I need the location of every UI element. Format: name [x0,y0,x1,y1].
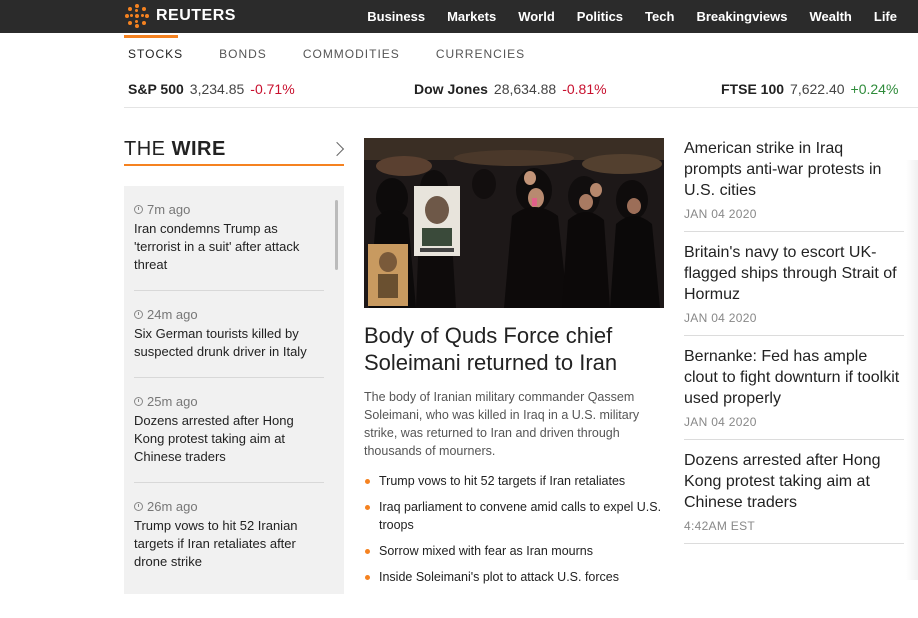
wire-item[interactable]: 25m ago Dozens arrested after Hong Kong … [134,394,324,466]
wire-item-time: 24m ago [134,307,324,322]
mourners-photo-icon [364,138,664,308]
reuters-logo[interactable]: REUTERS [124,4,236,28]
wire-item-text: Iran condemns Trump as 'terrorist in a s… [134,221,300,272]
wire-header[interactable]: THE WIRE [124,138,345,166]
tab-bonds[interactable]: BONDS [201,35,285,73]
side-story-date: JAN 04 2020 [684,207,757,221]
page-edge-shadow [906,160,918,580]
side-story-title[interactable]: American strike in Iraq prompts anti-war… [684,138,904,201]
quote-value: 28,634.88 [493,81,557,97]
quote-name: Dow Jones [414,81,488,97]
wire-time-text: 24m ago [147,307,198,322]
wire-title: THE WIRE [124,138,226,160]
wire-title-bold: WIRE [171,138,226,160]
side-story[interactable]: Bernanke: Fed has ample clout to fight d… [684,346,904,440]
wire-item[interactable]: 7m ago Iran condemns Trump as 'terrorist… [134,202,324,274]
quote-name: FTSE 100 [721,81,785,97]
main-story-summary: The body of Iranian military commander Q… [364,390,640,458]
clock-icon [134,310,143,319]
nav-business[interactable]: Business [356,9,436,24]
quote-sp500[interactable]: S&P 500 3,234.85 -0.71% [128,81,295,97]
main-story-headline[interactable]: Body of Quds Force chief Soleimani retur… [364,322,664,376]
side-story[interactable]: Britain's navy to escort UK-flagged ship… [684,242,904,336]
side-story[interactable]: American strike in Iraq prompts anti-war… [684,138,904,232]
wire-item-time: 26m ago [134,499,324,514]
clock-icon [134,205,143,214]
nav-wealth[interactable]: Wealth [798,9,862,24]
reuters-logo-icon [124,3,150,29]
quote-value: 3,234.85 [189,81,245,97]
brand-name: REUTERS [156,7,236,24]
quote-name: S&P 500 [128,81,184,97]
wire-item-time: 7m ago [134,202,324,217]
tab-stocks[interactable]: STOCKS [124,35,201,73]
nav-politics[interactable]: Politics [566,9,634,24]
wire-time-text: 7m ago [147,202,191,217]
wire-scrollbar[interactable] [335,200,338,270]
related-story-link[interactable]: Sorrow mixed with fear as Iran mourns [364,542,664,560]
main-story-photo[interactable] [364,138,664,308]
clock-icon [134,397,143,406]
side-story-date: 4:42AM EST [684,519,756,533]
side-story[interactable]: Dozens arrested after Hong Kong protest … [684,450,904,544]
wire-item-text: Trump vows to hit 52 Iranian targets if … [134,518,298,569]
quote-change: -0.71% [250,81,295,97]
related-stories: Trump vows to hit 52 targets if Iran ret… [364,472,664,594]
nav-life[interactable]: Life [863,9,918,24]
wire-time-text: 26m ago [147,499,198,514]
market-tabs: STOCKS BONDS COMMODITIES CURRENCIES [124,35,543,73]
wire-item[interactable]: 26m ago Trump vows to hit 52 Iranian tar… [134,499,324,571]
nav-breakingviews[interactable]: Breakingviews [685,9,798,24]
wire-item-text: Dozens arrested after Hong Kong protest … [134,413,294,464]
quote-value: 7,622.40 [790,81,845,97]
quote-dow-jones[interactable]: Dow Jones 28,634.88 -0.81% [414,81,607,97]
nav-world[interactable]: World [507,9,566,24]
nav-markets[interactable]: Markets [436,9,507,24]
wire-list[interactable]: 7m ago Iran condemns Trump as 'terrorist… [124,186,344,594]
nav-tech[interactable]: Tech [634,9,685,24]
wire-time-text: 25m ago [147,394,198,409]
market-quotes: S&P 500 3,234.85 -0.71% Dow Jones 28,634.88… [124,74,918,108]
tab-commodities[interactable]: COMMODITIES [285,35,418,73]
side-story-date: JAN 04 2020 [684,415,757,429]
tab-currencies[interactable]: CURRENCIES [418,35,543,73]
related-story-link[interactable]: Inside Soleimani's plot to attack U.S. f… [364,568,664,586]
chevron-right-icon[interactable] [329,141,345,157]
side-story-date: JAN 04 2020 [684,311,757,325]
divider [134,482,324,483]
top-bar: REUTERS Business Markets World Politics … [0,0,918,33]
side-stories: American strike in Iraq prompts anti-war… [684,138,904,554]
wire-item[interactable]: 24m ago Six German tourists killed by su… [134,307,324,361]
divider [134,377,324,378]
quote-change: +0.24% [850,81,899,97]
clock-icon [134,502,143,511]
related-story-link[interactable]: Trump vows to hit 52 targets if Iran ret… [364,472,664,490]
main-nav: Business Markets World Politics Tech Bre… [356,0,918,33]
quote-change: -0.81% [562,81,607,97]
related-story-link[interactable]: Iraq parliament to convene amid calls to… [364,498,664,534]
wire-title-light: THE [124,138,172,160]
side-story-title[interactable]: Dozens arrested after Hong Kong protest … [684,450,904,513]
wire-item-text: Six German tourists killed by suspected … [134,326,307,359]
divider [134,290,324,291]
wire-item-time: 25m ago [134,394,324,409]
side-story-title[interactable]: Britain's navy to escort UK-flagged ship… [684,242,904,305]
side-story-title[interactable]: Bernanke: Fed has ample clout to fight d… [684,346,904,409]
quote-ftse100[interactable]: FTSE 100 7,622.40 +0.24% [721,81,898,97]
